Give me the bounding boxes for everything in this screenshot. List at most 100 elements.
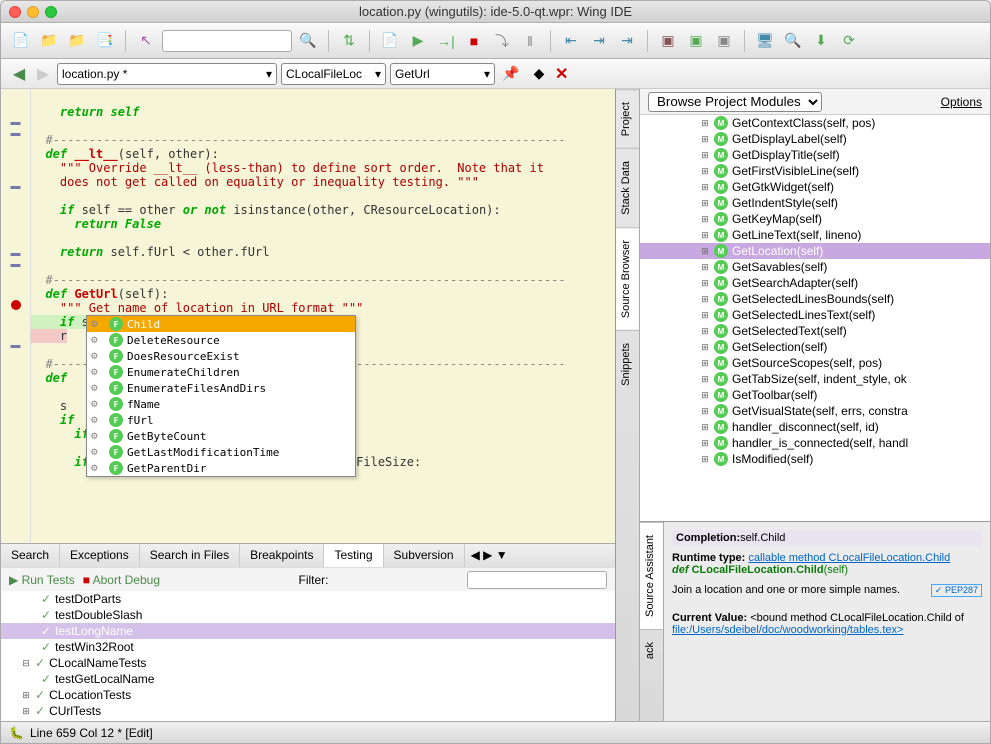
abort-debug-button[interactable]: ■ Abort Debug <box>83 573 160 587</box>
run-button[interactable]: ▶ <box>406 29 430 53</box>
autocomplete-item[interactable]: ⚙ F Child <box>87 316 355 332</box>
expand-icon[interactable]: ⊞ <box>21 690 31 701</box>
expand-icon[interactable]: ⊞ <box>700 198 710 209</box>
module-item[interactable]: ⊞Mhandler_disconnect(self, id) <box>640 419 990 435</box>
tab-testing[interactable]: Testing <box>324 544 383 567</box>
tab-source-assistant[interactable]: Source Assistant <box>640 522 663 629</box>
tree-item[interactable]: ✓ testDotParts <box>1 591 615 607</box>
tree-item[interactable]: ✓ testDoubleSlash <box>1 607 615 623</box>
breakpoint-marker[interactable] <box>11 300 21 310</box>
tab-stack-data[interactable]: Stack Data <box>616 148 639 227</box>
module-item[interactable]: ⊞MGetSavables(self) <box>640 259 990 275</box>
autocomplete-item[interactable]: ⚙ F fName <box>87 396 355 412</box>
tag-button[interactable]: ◆ <box>527 62 551 86</box>
save-button[interactable]: 📁 <box>65 29 89 53</box>
minimize-window-button[interactable] <box>27 6 39 18</box>
fold-marker[interactable]: ▬ <box>1 117 30 128</box>
refresh-button[interactable]: ⟳ <box>837 29 861 53</box>
expand-icon[interactable]: ⊞ <box>700 310 710 321</box>
expand-icon[interactable]: ⊞ <box>700 342 710 353</box>
tree-item[interactable]: ⊟ ✓ CLocalNameTests <box>1 655 615 671</box>
expand-icon[interactable]: ⊞ <box>700 422 710 433</box>
download-button[interactable]: ⬇ <box>809 29 833 53</box>
tab-exceptions[interactable]: Exceptions <box>60 544 140 567</box>
expand-icon[interactable]: ⊞ <box>21 706 31 717</box>
expand-icon[interactable]: ⊞ <box>700 246 710 257</box>
expand-icon[interactable]: ⊞ <box>700 406 710 417</box>
module-item[interactable]: ⊞Mhandler_is_connected(self, handl <box>640 435 990 451</box>
module-item[interactable]: ⊞MGetContextClass(self, pos) <box>640 115 990 131</box>
tree-item[interactable]: ✓ testWin32Root <box>1 639 615 655</box>
autocomplete-item[interactable]: ⚙ F DeleteResource <box>87 332 355 348</box>
module-item[interactable]: ⊞MIsModified(self) <box>640 451 990 467</box>
tree-item[interactable]: ⊞ ✓ CLocationTests <box>1 687 615 703</box>
expand-icon[interactable]: ⊞ <box>700 374 710 385</box>
expand-icon[interactable]: ⊞ <box>700 278 710 289</box>
expand-icon[interactable]: ⊞ <box>700 294 710 305</box>
expand-icon[interactable]: ⊞ <box>700 358 710 369</box>
step-over-button[interactable]: ⤵ <box>490 29 514 53</box>
autocomplete-popup[interactable]: ⚙ F Child ⚙ F DeleteResource ⚙ F DoesRes… <box>86 315 356 477</box>
expand-icon[interactable]: ⊞ <box>700 230 710 241</box>
current-value-link[interactable]: file:/Users/sdeibel/doc/woodworking/tabl… <box>672 624 903 636</box>
module-item[interactable]: ⊞MGetIndentStyle(self) <box>640 195 990 211</box>
module-tree[interactable]: ⊞MGetContextClass(self, pos) ⊞MGetDispla… <box>640 115 990 521</box>
expand-icon[interactable]: ⊞ <box>700 118 710 129</box>
module-item[interactable]: ⊞MGetSearchAdapter(self) <box>640 275 990 291</box>
expand-icon[interactable]: ⊞ <box>700 214 710 225</box>
run-tests-button[interactable]: ▶ Run Tests <box>9 573 75 587</box>
test-tree[interactable]: ✓ testDotParts ✓ testDoubleSlash ✓ testL… <box>1 591 615 721</box>
tab-search-in-files[interactable]: Search in Files <box>140 544 240 567</box>
pin-button[interactable]: 📌 <box>499 62 523 86</box>
expand-icon[interactable]: ⊞ <box>700 326 710 337</box>
stop-button[interactable]: ■ <box>462 29 486 53</box>
tab-search[interactable]: Search <box>1 544 60 567</box>
module-item[interactable]: ⊞MGetTabSize(self, indent_style, ok <box>640 371 990 387</box>
replace-button[interactable]: ⇅ <box>337 29 361 53</box>
goto-button[interactable]: ↖ <box>134 29 158 53</box>
options-link[interactable]: Options <box>941 95 982 109</box>
fold-marker[interactable]: ▬ <box>1 259 30 270</box>
module-item[interactable]: ⊞MGetSelectedLinesBounds(self) <box>640 291 990 307</box>
tabs-more-button[interactable]: ◀ ▶ ▼ <box>465 544 514 567</box>
fold-marker[interactable]: ▬ <box>1 248 30 259</box>
tab-subversion[interactable]: Subversion <box>384 544 465 567</box>
new-file-button[interactable]: 📄 <box>9 29 33 53</box>
module-item[interactable]: ⊞MGetSourceScopes(self, pos) <box>640 355 990 371</box>
fold-marker[interactable]: ▬ <box>1 181 30 192</box>
autocomplete-item[interactable]: ⚙ F GetParentDir <box>87 460 355 476</box>
code-editor[interactable]: ▬ ▬ ▬ ▬ ▬ ▬ <box>1 89 615 543</box>
expand-icon[interactable]: ⊞ <box>700 150 710 161</box>
module-item[interactable]: ⊞MGetDisplayLabel(self) <box>640 131 990 147</box>
module-item[interactable]: ⊞MGetToolbar(self) <box>640 387 990 403</box>
open-file-button[interactable]: 📁 <box>37 29 61 53</box>
close-window-button[interactable] <box>9 6 21 18</box>
autocomplete-item[interactable]: ⚙ F DoesResourceExist <box>87 348 355 364</box>
expand-icon[interactable]: ⊞ <box>700 134 710 145</box>
tree-item[interactable]: ✓ testGetLocalName <box>1 671 615 687</box>
method-dropdown[interactable]: GetUrl ▾ <box>390 63 495 85</box>
tab-snippets[interactable]: Snippets <box>616 330 639 398</box>
zoom-button[interactable]: 🔍 <box>781 29 805 53</box>
editor-gutter[interactable]: ▬ ▬ ▬ ▬ ▬ ▬ <box>1 89 31 543</box>
breakpoint1-button[interactable]: ▣ <box>656 29 680 53</box>
module-item[interactable]: ⊞MGetSelection(self) <box>640 339 990 355</box>
breakpoint3-button[interactable]: ▣ <box>712 29 736 53</box>
autocomplete-item[interactable]: ⚙ F GetByteCount <box>87 428 355 444</box>
step-out-button[interactable]: ⇥ <box>587 29 611 53</box>
save-all-button[interactable]: 📑 <box>93 29 117 53</box>
expand-icon[interactable]: ⊞ <box>700 182 710 193</box>
continue-button[interactable]: ⇥ <box>615 29 639 53</box>
module-item[interactable]: ⊞MGetDisplayTitle(self) <box>640 147 990 163</box>
search-button[interactable]: 🔍 <box>296 29 320 53</box>
autocomplete-item[interactable]: ⚙ F GetLastModificationTime <box>87 444 355 460</box>
step-into-button[interactable]: ⇤ <box>559 29 583 53</box>
module-item[interactable]: ⊞MGetFirstVisibleLine(self) <box>640 163 990 179</box>
fold-marker[interactable]: ▬ <box>1 128 30 139</box>
maximize-window-button[interactable] <box>45 6 57 18</box>
pause-button[interactable]: ‖ <box>518 29 542 53</box>
undo-button[interactable]: 📄 <box>378 29 402 53</box>
nav-forward-button[interactable]: ▶ <box>33 64 53 84</box>
module-item[interactable]: ⊞MGetGtkWidget(self) <box>640 179 990 195</box>
tree-item[interactable]: ✓ testLongName <box>1 623 615 639</box>
